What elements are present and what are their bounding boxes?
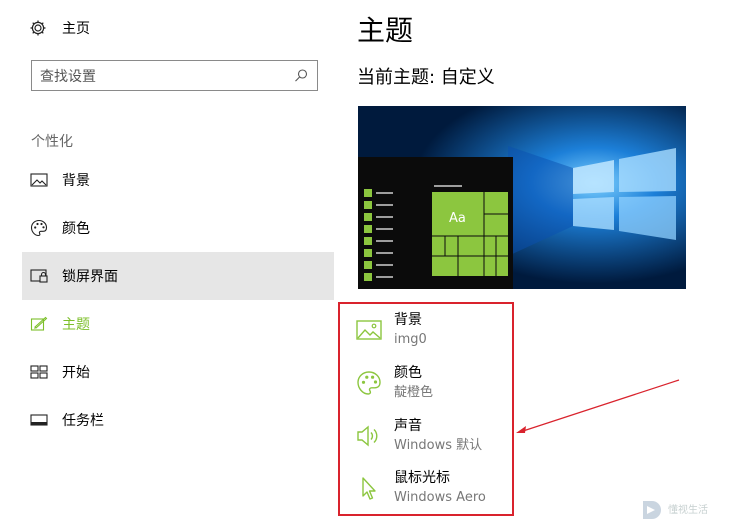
- sidebar-item-label: 主题: [62, 317, 90, 333]
- sidebar-item-label: 锁屏界面: [62, 269, 118, 285]
- watermark-logo-icon: [643, 501, 661, 519]
- watermark: 懂视生活: [640, 495, 735, 525]
- search-placeholder: 查找设置: [40, 68, 96, 85]
- watermark-text: 懂视生活: [668, 504, 708, 516]
- sidebar-item-label: 颜色: [62, 221, 90, 237]
- sidebar-item-label: 任务栏: [62, 413, 104, 429]
- home-nav-item[interactable]: 主页: [28, 16, 90, 40]
- picture-icon: [30, 171, 48, 189]
- option-title: 声音: [394, 418, 422, 434]
- option-value: Windows 默认: [394, 438, 483, 453]
- option-value: Windows Aero: [394, 490, 486, 505]
- preview-tile-text: Aa: [449, 211, 466, 226]
- palette-icon: [30, 219, 48, 237]
- theme-brush-icon: [30, 315, 48, 333]
- palette-icon: [356, 370, 382, 396]
- option-value: 靛橙色: [394, 385, 434, 400]
- option-title: 背景: [394, 312, 422, 328]
- home-label: 主页: [62, 21, 90, 37]
- gear-icon: [28, 18, 48, 38]
- option-title: 颜色: [394, 365, 422, 381]
- option-title: 鼠标光标: [394, 470, 450, 486]
- option-background[interactable]: 背景 img0: [356, 311, 427, 349]
- cursor-icon: [356, 475, 382, 501]
- sidebar-item-color[interactable]: 颜色: [22, 204, 334, 252]
- sidebar-item-lock-screen[interactable]: 锁屏界面: [22, 252, 334, 300]
- sidebar-item-start[interactable]: 开始: [22, 348, 334, 396]
- picture-icon: [356, 317, 382, 343]
- sidebar-item-label: 开始: [62, 365, 90, 381]
- lock-screen-icon: [30, 267, 48, 285]
- sidebar-item-background[interactable]: 背景: [22, 156, 334, 204]
- search-icon[interactable]: [293, 68, 309, 84]
- theme-preview: Aa: [358, 106, 686, 289]
- taskbar-icon: [30, 411, 48, 429]
- search-input[interactable]: 查找设置: [31, 60, 318, 91]
- sidebar-item-themes[interactable]: 主题: [22, 300, 334, 348]
- option-color[interactable]: 颜色 靛橙色: [356, 364, 433, 402]
- theme-preview-image: Aa: [358, 106, 686, 289]
- start-tiles-icon: [30, 363, 48, 381]
- sidebar: 主页 查找设置 个性化 背景 颜色 锁屏界面 主题 开始 任务栏: [0, 0, 334, 527]
- option-sound[interactable]: 声音 Windows 默认: [356, 417, 482, 455]
- current-theme-label: 当前主题: 自定义: [357, 67, 495, 88]
- option-mouse-cursor[interactable]: 鼠标光标 Windows Aero: [356, 469, 486, 507]
- sidebar-item-label: 背景: [62, 173, 90, 189]
- option-value: img0: [394, 332, 427, 347]
- sidebar-item-taskbar[interactable]: 任务栏: [22, 396, 334, 444]
- page-title: 主题: [357, 14, 414, 47]
- settings-window: 主页 查找设置 个性化 背景 颜色 锁屏界面 主题 开始 任务栏 主题 当前主题…: [0, 0, 737, 527]
- section-label: 个性化: [31, 134, 73, 150]
- speaker-icon: [356, 423, 382, 449]
- sidebar-nav: 背景 颜色 锁屏界面 主题 开始 任务栏: [22, 156, 334, 444]
